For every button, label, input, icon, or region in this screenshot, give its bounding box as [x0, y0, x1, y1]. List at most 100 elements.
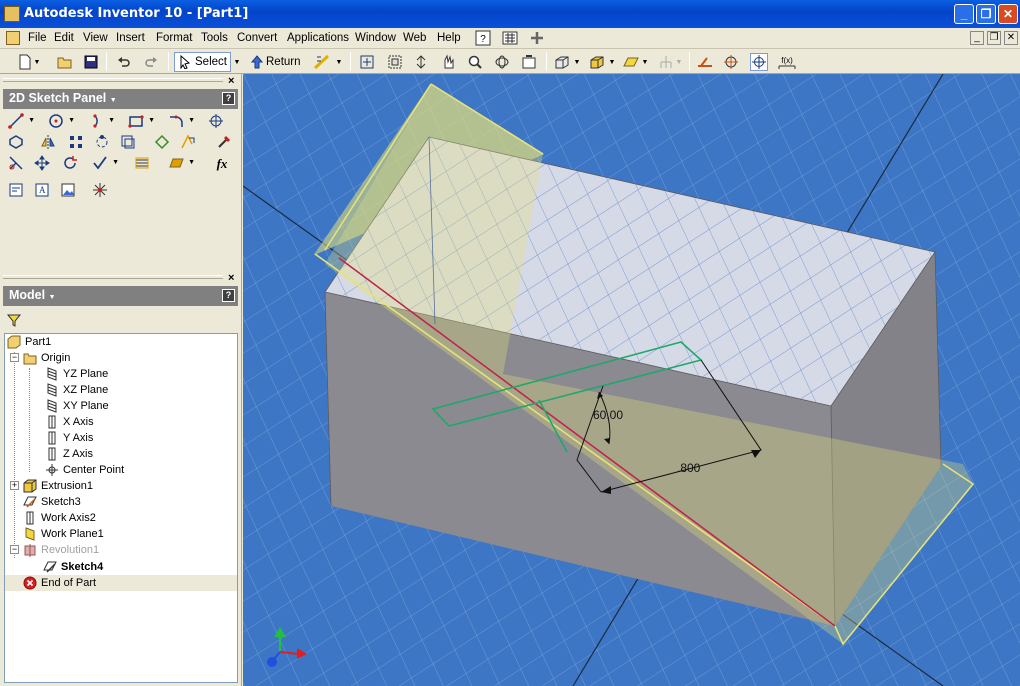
insert-image-icon[interactable] [6, 180, 26, 200]
open-icon[interactable] [56, 53, 74, 71]
help-topics-icon[interactable]: ? [474, 29, 492, 47]
rectangle-tool-icon[interactable]: ▼ [126, 111, 155, 131]
parameters-fx-icon[interactable]: fx [212, 153, 232, 173]
show-constraints-icon[interactable]: ▼ [90, 153, 119, 173]
project-geometry-icon[interactable] [722, 53, 740, 71]
length-dimension[interactable]: .800 [677, 461, 701, 475]
display-mode-dropdown-arrow[interactable]: ▼ [572, 53, 582, 71]
shaded-display-dropdown-arrow[interactable]: ▼ [607, 53, 617, 71]
panel-grip[interactable] [3, 78, 223, 82]
parameters-icon[interactable]: f(x) [776, 53, 798, 71]
select-dropdown-arrow[interactable]: ▼ [232, 53, 242, 71]
new-dropdown-arrow[interactable]: ▼ [32, 53, 42, 71]
display-mode-icon[interactable] [553, 53, 571, 71]
zoom-window-icon[interactable] [386, 53, 404, 71]
trim-tool-icon[interactable] [6, 153, 26, 173]
look-at-icon[interactable] [520, 53, 538, 71]
circular-pattern-icon[interactable] [92, 132, 112, 152]
mirror-tool-icon[interactable] [38, 132, 58, 152]
point-tool-icon[interactable] [206, 111, 226, 131]
zoom-selected-icon[interactable] [466, 53, 484, 71]
close-button[interactable]: ✕ [998, 4, 1018, 24]
select-button[interactable]: Select [174, 52, 231, 72]
tree-item-revolution1[interactable]: Revolution1 [23, 542, 99, 558]
auto-dimension-icon[interactable] [178, 132, 198, 152]
pan-icon[interactable] [439, 53, 457, 71]
title-bar[interactable]: Autodesk Inventor 10 - [Part1] _ ❐ ✕ [0, 0, 1020, 28]
tree-item-center-point[interactable]: Center Point [45, 462, 124, 478]
tree-item-part1[interactable]: Part1 [7, 334, 51, 350]
zoom-all-icon[interactable] [358, 53, 376, 71]
tree-item-yz-plane[interactable]: YZ Plane [45, 366, 108, 382]
redo-icon[interactable] [142, 53, 160, 71]
tree-item-work-axis2[interactable]: Work Axis2 [23, 510, 96, 526]
minimize-button[interactable]: _ [954, 4, 974, 24]
menu-help[interactable]: Help [437, 32, 461, 44]
revolution1-collapse-toggle[interactable]: − [10, 545, 19, 554]
analysis-icon[interactable] [657, 53, 675, 71]
zoom-icon[interactable] [412, 53, 430, 71]
tree-item-xy-plane[interactable]: XY Plane [45, 398, 109, 414]
analysis-dropdown-arrow[interactable]: ▼ [674, 53, 684, 71]
sketch-panel-close-button[interactable]: × [228, 75, 234, 87]
rectangular-pattern-icon[interactable] [66, 132, 86, 152]
menu-edit[interactable]: Edit [54, 32, 74, 44]
insert-text-icon[interactable]: A [32, 180, 52, 200]
menu-window[interactable]: Window [355, 32, 396, 44]
menu-applications[interactable]: Applications [287, 32, 349, 44]
fillet-tool-icon[interactable]: ▼ [166, 111, 195, 131]
tree-item-y-axis[interactable]: Y Axis [45, 430, 93, 446]
tree-item-sketch3[interactable]: Sketch3 [23, 494, 81, 510]
sketch-icon[interactable] [313, 53, 331, 71]
sketch-panel-header[interactable]: 2D Sketch Panel ▼ ? [3, 89, 238, 109]
menu-view[interactable]: View [83, 32, 108, 44]
general-dimension-icon[interactable] [152, 132, 172, 152]
menu-format[interactable]: Format [156, 32, 192, 44]
filter-icon[interactable] [4, 310, 24, 330]
show-format-icon[interactable] [132, 153, 152, 173]
sketch-panel-help-icon[interactable]: ? [222, 92, 235, 105]
line-tool-icon[interactable]: ▼ [6, 111, 35, 131]
move-tool-icon[interactable] [32, 153, 52, 173]
add-icon[interactable] [528, 29, 546, 47]
return-button[interactable]: Return [248, 52, 304, 72]
tree-item-work-plane1[interactable]: Work Plane1 [23, 526, 104, 542]
insert-acad-icon[interactable] [90, 180, 110, 200]
mdi-restore-button[interactable]: ❐ [987, 31, 1001, 45]
tree-item-sketch4[interactable]: Sketch4 [43, 559, 103, 575]
menu-insert[interactable]: Insert [116, 32, 145, 44]
model-panel-help-icon[interactable]: ? [222, 289, 235, 302]
menu-tools[interactable]: Tools [201, 32, 228, 44]
circle-tool-icon[interactable]: ▼ [46, 111, 75, 131]
keyboard-icon[interactable] [501, 29, 519, 47]
origin-collapse-toggle[interactable]: − [10, 353, 19, 362]
model-panel-close-button[interactable]: × [228, 272, 234, 284]
extrusion1-expand-toggle[interactable]: + [10, 481, 19, 490]
mdi-minimize-button[interactable]: _ [970, 31, 984, 45]
tree-item-z-axis[interactable]: Z Axis [45, 446, 93, 462]
tree-item-xz-plane[interactable]: XZ Plane [45, 382, 108, 398]
ground-plane-dropdown-arrow[interactable]: ▼ [640, 53, 650, 71]
create-block-icon[interactable]: ▼ [166, 153, 195, 173]
insert-picture-icon[interactable] [58, 180, 78, 200]
menu-web[interactable]: Web [403, 32, 426, 44]
panel-grip[interactable] [3, 275, 223, 279]
center-point-icon[interactable] [750, 53, 768, 71]
model-panel-header[interactable]: Model ▼ ? [3, 286, 238, 306]
tree-item-end-of-part[interactable]: End of Part [23, 575, 96, 591]
shaded-display-icon[interactable] [588, 53, 606, 71]
restore-button[interactable]: ❐ [976, 4, 996, 24]
menu-file[interactable]: File [28, 32, 47, 44]
polygon-tool-icon[interactable] [6, 132, 26, 152]
undo-icon[interactable] [115, 53, 133, 71]
slice-graphics-icon[interactable] [696, 53, 714, 71]
ground-plane-icon[interactable] [622, 53, 640, 71]
offset-tool-icon[interactable] [118, 132, 138, 152]
tree-item-extrusion1[interactable]: Extrusion1 [23, 478, 93, 494]
menu-convert[interactable]: Convert [237, 32, 277, 44]
constraint-tool-icon[interactable] [214, 132, 234, 152]
angle-dimension[interactable]: 60.00 [593, 408, 623, 422]
sketch-dropdown-arrow[interactable]: ▼ [334, 53, 344, 71]
arc-tool-icon[interactable]: ▼ [86, 111, 115, 131]
rotate-icon[interactable] [493, 53, 511, 71]
